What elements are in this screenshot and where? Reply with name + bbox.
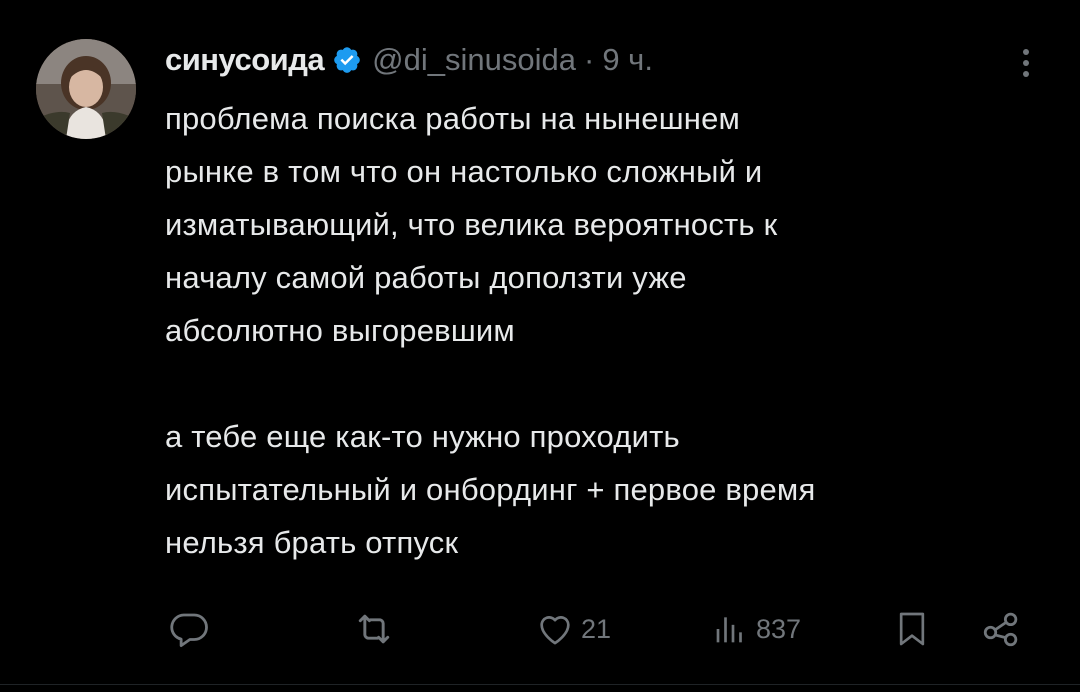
verified-badge-icon	[332, 45, 362, 75]
share-button[interactable]	[980, 604, 1022, 654]
bookmark-button[interactable]	[892, 604, 932, 654]
like-button[interactable]: 21	[535, 604, 611, 654]
separator-dot: ·	[583, 42, 595, 77]
tweet-text-line: рынке в том что он настолько сложный и	[165, 154, 763, 189]
tweet-text-line: испытательный и онбординг + первое время	[165, 472, 816, 507]
avatar[interactable]	[36, 39, 136, 139]
avatar-image	[36, 39, 136, 139]
divider	[0, 684, 1080, 685]
heart-icon	[535, 609, 575, 649]
tweet-text-line: нельзя брать отпуск	[165, 525, 459, 560]
tweet-text-line: проблема поиска работы на нынешнем	[165, 101, 741, 136]
author-handle[interactable]: @di_sinusoida	[372, 42, 576, 78]
tweet-text-line: абсолютно выгоревшим	[165, 313, 515, 348]
reply-button[interactable]	[168, 604, 216, 654]
reply-icon	[168, 608, 210, 650]
tweet: синусоида @di_sinusoida · 9 ч. проблема …	[0, 0, 1080, 692]
tweet-text-line: а тебе еще как-то нужно проходить	[165, 419, 680, 454]
action-bar: 21 837	[0, 604, 1080, 654]
views-icon	[710, 609, 750, 649]
views-button[interactable]: 837	[710, 604, 801, 654]
tweet-text: проблема поиска работы на нынешнем рынке…	[165, 92, 1065, 569]
tweet-text-line: изматывающий, что велика вероятность к	[165, 207, 778, 242]
like-count: 21	[581, 613, 612, 644]
retweet-button[interactable]	[352, 604, 402, 654]
tweet-header: синусоида @di_sinusoida · 9 ч.	[165, 38, 653, 82]
more-vertical-icon[interactable]	[1014, 46, 1038, 80]
bookmark-icon	[892, 608, 932, 650]
retweet-icon	[352, 607, 396, 651]
views-count: 837	[756, 613, 802, 644]
timestamp[interactable]: 9 ч.	[602, 42, 653, 78]
share-icon	[980, 608, 1022, 650]
display-name[interactable]: синусоида	[165, 42, 325, 78]
tweet-text-line: началу самой работы доползти уже	[165, 260, 687, 295]
